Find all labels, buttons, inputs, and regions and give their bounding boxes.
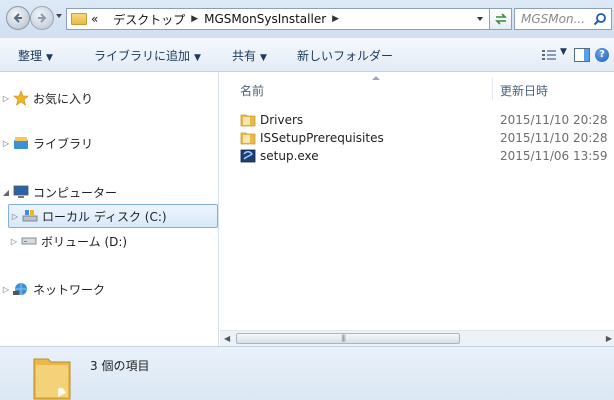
breadcrumb-desktop[interactable]: デスクトップ [113, 11, 185, 28]
expand-arrow-icon[interactable]: ▷ [9, 212, 21, 221]
address-bar-row: « デスクトップ ▶ MGSMonSysInstaller ▶ MGSMon..… [0, 0, 614, 38]
address-overflow-chevron[interactable]: « [91, 12, 98, 26]
folder-icon [33, 358, 71, 400]
chevron-down-icon: ▼ [194, 53, 201, 63]
file-name: Drivers [260, 113, 304, 127]
share-label: 共有 [232, 49, 257, 63]
folder-icon [71, 13, 87, 25]
scrollbar-thumb[interactable]: ||| [236, 333, 460, 344]
nav-item-favorites[interactable]: ▷ お気に入り [0, 86, 219, 110]
file-list-pane: 名前 更新日時 Drivers 2015/11/10 20:28 ISSetup… [220, 72, 614, 346]
nav-item-computer[interactable]: ◢ コンピューター [0, 180, 219, 204]
search-icon[interactable] [593, 12, 607, 26]
setup-exe-icon [240, 149, 256, 166]
refresh-button[interactable] [490, 8, 512, 30]
nav-item-local-disk-c[interactable]: ▷ ローカル ディスク (C:) [8, 204, 218, 228]
star-icon [12, 90, 30, 106]
nav-item-volume-d[interactable]: ▷ ボリューム (D:) [0, 229, 219, 253]
refresh-icon [494, 13, 507, 25]
collapse-arrow-icon[interactable]: ◢ [0, 188, 12, 197]
breadcrumb-separator-icon[interactable]: ▶ [191, 14, 198, 24]
organize-label: 整理 [18, 49, 43, 63]
arrow-left-icon [13, 13, 22, 23]
new-folder-label: 新しいフォルダー [297, 49, 394, 63]
scroll-right-icon[interactable]: ▶ [606, 334, 612, 343]
command-bar: 整理 ▼ ライブラリに追加 ▼ 共有 ▼ 新しいフォルダー ▼ ? [0, 38, 614, 72]
nav-label-local-disk: ローカル ディスク (C:) [42, 209, 167, 224]
new-folder-button[interactable]: 新しいフォルダー [297, 47, 393, 64]
search-placeholder: MGSMon... [521, 12, 586, 26]
chevron-down-icon: ▼ [260, 53, 267, 63]
breadcrumb-separator-icon[interactable]: ▶ [332, 14, 339, 24]
nav-label-computer: コンピューター [33, 185, 118, 200]
chevron-down-icon: ▼ [46, 53, 53, 63]
file-row[interactable]: setup.exe 2015/11/06 13:59 [220, 147, 614, 165]
breadcrumb-current-folder[interactable]: MGSMonSysInstaller [204, 12, 326, 26]
file-name: setup.exe [260, 149, 319, 163]
expand-arrow-icon[interactable]: ▷ [0, 285, 12, 294]
add-to-library-button[interactable]: ライブラリに追加 ▼ [94, 47, 201, 64]
breadcrumb-separator-icon [104, 14, 107, 24]
folder-icon [240, 131, 256, 148]
file-name: ISSetupPrerequisites [260, 131, 384, 145]
nav-label-volume-d: ボリューム (D:) [41, 234, 128, 249]
column-divider[interactable] [492, 78, 493, 100]
back-button[interactable] [6, 6, 30, 30]
arrow-right-icon [38, 13, 47, 23]
preview-pane-icon[interactable] [574, 48, 590, 62]
grip-icon: ||| [341, 334, 346, 342]
recent-pages-dropdown-icon[interactable] [56, 14, 62, 18]
address-history-dropdown-icon[interactable] [477, 17, 483, 21]
expand-arrow-icon[interactable]: ▷ [0, 139, 12, 148]
nav-item-network[interactable]: ▷ ネットワーク [0, 277, 219, 301]
expand-arrow-icon[interactable]: ▷ [8, 237, 20, 246]
computer-icon [12, 185, 30, 199]
add-to-library-label: ライブラリに追加 [94, 49, 191, 63]
local-disk-icon [21, 209, 39, 223]
file-date: 2015/11/10 20:28 [500, 113, 608, 127]
search-input[interactable]: MGSMon... [514, 8, 612, 30]
expand-arrow-icon[interactable]: ▷ [0, 94, 12, 103]
item-count: 3 個の項目 [90, 359, 150, 373]
drive-icon [20, 236, 38, 246]
nav-label-favorites: お気に入り [33, 91, 94, 106]
nav-label-libraries: ライブラリ [33, 136, 94, 151]
organize-button[interactable]: 整理 ▼ [18, 47, 53, 64]
network-icon [12, 282, 30, 296]
nav-label-network: ネットワーク [33, 282, 106, 297]
chevron-down-icon[interactable]: ▼ [560, 47, 567, 57]
column-header-date[interactable]: 更新日時 [500, 82, 548, 99]
view-options-icon[interactable] [541, 49, 557, 61]
nav-item-libraries[interactable]: ▷ ライブラリ [0, 131, 219, 155]
navigation-pane: ▷ お気に入り ▷ ライブラリ ◢ コンピューター ▷ ローカル ディスク (C… [0, 72, 219, 346]
library-icon [12, 136, 30, 150]
scroll-left-icon[interactable]: ◀ [224, 334, 230, 343]
forward-button[interactable] [30, 6, 54, 30]
sort-ascending-icon [372, 76, 380, 80]
column-header-name[interactable]: 名前 [240, 82, 264, 99]
file-row[interactable]: Drivers 2015/11/10 20:28 [220, 111, 614, 129]
file-date: 2015/11/06 13:59 [500, 149, 608, 163]
file-date: 2015/11/10 20:28 [500, 131, 608, 145]
help-icon[interactable]: ? [595, 48, 609, 62]
horizontal-scrollbar[interactable]: ◀ ||| ▶ [220, 330, 614, 346]
address-box[interactable]: « デスクトップ ▶ MGSMonSysInstaller ▶ [66, 8, 490, 30]
folder-icon [240, 113, 256, 130]
share-button[interactable]: 共有 ▼ [232, 47, 267, 64]
file-row[interactable]: ISSetupPrerequisites 2015/11/10 20:28 [220, 129, 614, 147]
details-pane: 3 個の項目 [0, 346, 614, 400]
